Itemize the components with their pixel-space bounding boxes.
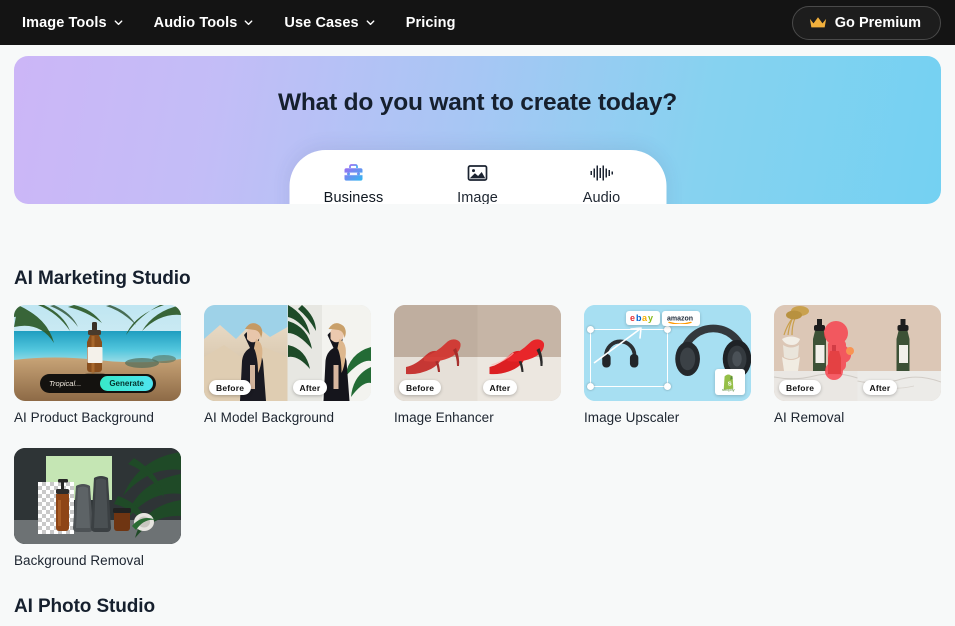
briefcase-icon bbox=[343, 161, 365, 185]
before-label: Before bbox=[209, 380, 252, 395]
svg-text:shopify: shopify bbox=[722, 387, 735, 392]
tab-audio[interactable]: Audio bbox=[565, 161, 639, 204]
tool-card-ai-product-background[interactable]: Tropical... Generate AI Product Backgrou… bbox=[14, 305, 181, 425]
nav-item-label: Audio Tools bbox=[153, 14, 238, 31]
tool-card-image-upscaler[interactable]: e b a y amazon s shopify Image Upscaler bbox=[584, 305, 751, 425]
after-label: After bbox=[482, 380, 518, 395]
resize-handle[interactable] bbox=[587, 326, 594, 333]
hero-section: What do you want to create today? Busine… bbox=[0, 45, 955, 204]
after-label: After bbox=[862, 380, 898, 395]
tool-card-label: AI Removal bbox=[774, 410, 845, 425]
nav-item-label: Use Cases bbox=[284, 14, 359, 31]
tool-card-grid: Tropical... Generate AI Product Backgrou… bbox=[14, 305, 941, 568]
after-label: After bbox=[292, 380, 328, 395]
nav-item-pricing[interactable]: Pricing bbox=[406, 15, 456, 31]
ebay-badge-icon: e b a y bbox=[626, 311, 660, 325]
section-ai-photo-studio: AI Photo Studio bbox=[0, 596, 955, 618]
tool-card-ai-model-background[interactable]: Before After AI Model Background bbox=[204, 305, 371, 425]
thumbnail-bottle-removal: Before After bbox=[774, 305, 941, 401]
tool-card-background-removal[interactable]: Background Removal bbox=[14, 448, 181, 568]
svg-text:e: e bbox=[630, 313, 635, 323]
thumbnail-cosmetics-transparent bbox=[14, 448, 181, 544]
chevron-down-icon bbox=[113, 17, 124, 28]
tab-image[interactable]: Image bbox=[441, 161, 515, 204]
tab-business[interactable]: Business bbox=[317, 161, 391, 204]
before-label: Before bbox=[779, 380, 822, 395]
section-title: AI Photo Studio bbox=[14, 596, 155, 617]
generate-button[interactable]: Generate bbox=[100, 376, 153, 391]
thumbnail-headphones-upscale: e b a y amazon s shopify bbox=[584, 305, 751, 401]
thumbnail-tropical-beach-bottle: Tropical... Generate bbox=[14, 305, 181, 401]
tool-card-image-enhancer[interactable]: Before After Image Enhancer bbox=[394, 305, 561, 425]
nav-item-label: Image Tools bbox=[22, 14, 107, 31]
resize-selection-box[interactable] bbox=[587, 326, 671, 390]
top-navigation-bar: Image Tools Audio Tools Use Cases Pricin… bbox=[0, 0, 955, 45]
image-icon bbox=[467, 161, 489, 185]
chevron-down-icon bbox=[365, 17, 376, 28]
tool-card-label: Background Removal bbox=[14, 553, 144, 568]
section-title: AI Marketing Studio bbox=[14, 268, 191, 289]
mode-tab-card: Business Image Audio bbox=[289, 150, 666, 204]
amazon-badge-icon: amazon bbox=[662, 311, 700, 326]
svg-text:y: y bbox=[648, 313, 653, 323]
tool-card-ai-removal[interactable]: Before After AI Removal bbox=[774, 305, 941, 425]
tool-card-label: AI Model Background bbox=[204, 410, 335, 425]
prompt-value: Tropical... bbox=[49, 379, 82, 388]
resize-handle[interactable] bbox=[664, 326, 671, 333]
before-label: Before bbox=[399, 380, 442, 395]
go-premium-label: Go Premium bbox=[834, 14, 921, 31]
thumbnail-red-heels-before-after: Before After bbox=[394, 305, 561, 401]
nav-item-use-cases[interactable]: Use Cases bbox=[284, 15, 375, 31]
hero-title: What do you want to create today? bbox=[277, 89, 678, 116]
resize-handle[interactable] bbox=[587, 383, 594, 390]
waveform-icon bbox=[590, 161, 614, 185]
nav-items: Image Tools Audio Tools Use Cases Pricin… bbox=[22, 15, 456, 31]
tool-card-label: Image Upscaler bbox=[584, 410, 680, 425]
tool-card-label: AI Product Background bbox=[14, 410, 154, 425]
prompt-bar[interactable]: Tropical... Generate bbox=[40, 374, 156, 393]
nav-item-label: Pricing bbox=[405, 14, 456, 31]
tab-label: Business bbox=[323, 190, 384, 204]
chevron-down-icon bbox=[243, 17, 254, 28]
svg-text:amazon: amazon bbox=[667, 316, 693, 323]
tool-card-label: Image Enhancer bbox=[394, 410, 494, 425]
nav-item-image-tools[interactable]: Image Tools bbox=[22, 15, 124, 31]
thumbnail-model-before-after: Before After bbox=[204, 305, 371, 401]
tab-label: Image bbox=[457, 190, 498, 204]
crown-icon bbox=[809, 16, 827, 30]
go-premium-button[interactable]: Go Premium bbox=[791, 5, 941, 40]
section-ai-marketing-studio: AI Marketing Studio Tropical... Generate… bbox=[0, 268, 955, 568]
resize-handle[interactable] bbox=[664, 383, 671, 390]
shopify-badge-icon: s shopify bbox=[715, 369, 745, 395]
hero-banner: What do you want to create today? Busine… bbox=[14, 56, 941, 204]
tab-label: Audio bbox=[582, 190, 621, 204]
nav-item-audio-tools[interactable]: Audio Tools bbox=[154, 15, 255, 31]
